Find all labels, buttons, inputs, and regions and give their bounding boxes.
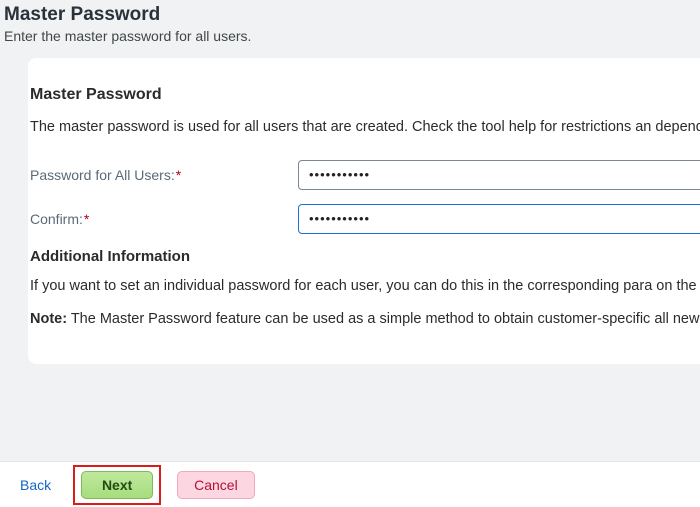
additional-note: Note: The Master Password feature can be… [30, 310, 700, 330]
next-button[interactable]: Next [81, 471, 153, 499]
page-header: Master Password Enter the master passwor… [0, 0, 700, 54]
section-text: The master password is used for all user… [30, 118, 700, 138]
page-subtitle: Enter the master password for all users. [4, 28, 700, 44]
section-title: Master Password [30, 86, 700, 104]
cancel-button[interactable]: Cancel [177, 471, 255, 499]
confirm-row: Confirm:* [30, 204, 700, 234]
password-input[interactable] [298, 160, 700, 190]
confirm-label: Confirm:* [30, 211, 298, 227]
additional-title: Additional Information [30, 248, 700, 265]
password-label: Password for All Users:* [30, 167, 298, 183]
confirm-input[interactable] [298, 204, 700, 234]
required-mark: * [176, 167, 181, 183]
required-mark: * [84, 211, 89, 227]
page-title: Master Password [4, 4, 700, 26]
password-row: Password for All Users:* [30, 160, 700, 190]
additional-para-1: If you want to set an individual passwor… [30, 277, 700, 297]
next-highlight: Next [73, 465, 161, 505]
back-button[interactable]: Back [14, 471, 57, 499]
footer-bar: Back Next Cancel [0, 461, 700, 507]
main-card: Master Password The master password is u… [28, 58, 700, 364]
